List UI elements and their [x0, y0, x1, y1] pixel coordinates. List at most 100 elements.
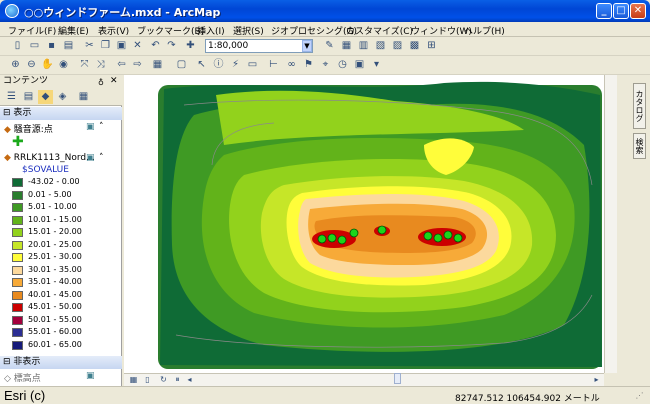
window-title: ○○ウィンドファーム.mxd - ArcMap: [24, 6, 221, 19]
scroll-thumb[interactable]: [394, 373, 401, 384]
clear-selection-icon[interactable]: ▢: [174, 58, 189, 72]
legend-swatch[interactable]: [12, 303, 23, 312]
legend-field-name: $SOVALUE: [22, 165, 69, 175]
resize-grip-icon[interactable]: ⋰: [632, 389, 647, 403]
zoom-in-icon[interactable]: ⊕: [8, 58, 23, 72]
legend-swatch[interactable]: [12, 190, 23, 200]
legend-swatch[interactable]: [12, 265, 23, 275]
save-icon[interactable]: ▪: [44, 39, 59, 53]
raster-collapse-icon[interactable]: ˄: [99, 153, 104, 163]
toc-window-icon[interactable]: ▦: [339, 39, 354, 53]
layout-view-icon[interactable]: ▯: [140, 373, 155, 387]
html-popup-icon[interactable]: ▭: [245, 58, 260, 72]
search-tab[interactable]: 検索: [633, 133, 646, 159]
scroll-right-icon[interactable]: ▸: [589, 373, 604, 387]
legend-swatch[interactable]: [12, 315, 23, 325]
new-document-icon[interactable]: ▯: [10, 39, 25, 53]
legend-swatch[interactable]: [12, 328, 23, 337]
hyperlink-icon[interactable]: ⚡: [228, 58, 243, 72]
data-view-icon[interactable]: ▦: [126, 373, 141, 387]
vertical-scrollbar[interactable]: [604, 75, 617, 373]
menu-view[interactable]: 表示(V): [98, 24, 129, 37]
measure-icon[interactable]: ⊢: [266, 58, 281, 72]
find-route-icon[interactable]: ⚑: [301, 58, 316, 72]
open-folder-icon[interactable]: ▭: [27, 39, 42, 53]
layer-elevation[interactable]: ◇ 標高点: [4, 371, 41, 384]
collapse-chevron-icon[interactable]: ˄: [99, 122, 104, 132]
time-slider-icon[interactable]: ◷: [335, 58, 350, 72]
cut-icon[interactable]: ✂: [82, 39, 97, 53]
close-button[interactable]: ✕: [630, 3, 646, 19]
redo-icon[interactable]: ↷: [164, 39, 179, 53]
undo-icon[interactable]: ↶: [148, 39, 163, 53]
paste-icon[interactable]: ▣: [114, 39, 129, 53]
legend-swatch[interactable]: [12, 253, 23, 262]
collapse-icon[interactable]: ⊟: [3, 108, 13, 118]
section-visible[interactable]: ⊟ 表示: [0, 107, 122, 120]
raster-options-icon[interactable]: ▣: [86, 153, 95, 163]
editor-toolbar-icon[interactable]: ✎: [322, 39, 337, 53]
overflow-chevron-icon[interactable]: ▾: [369, 58, 384, 72]
menu-bookmarks[interactable]: ブックマーク(B): [137, 24, 204, 37]
menu-geoprocessing[interactable]: ジオプロセシング(G): [271, 24, 357, 37]
fixed-zoom-in-icon[interactable]: ⤧: [77, 58, 92, 72]
identify-icon[interactable]: ⓘ: [211, 58, 226, 72]
fixed-zoom-out-icon[interactable]: ⤨: [93, 58, 108, 72]
add-data-icon[interactable]: ✚: [183, 39, 198, 53]
refresh-icon[interactable]: ↻: [156, 373, 171, 387]
menu-insert[interactable]: 挿入(I): [197, 24, 225, 37]
go-to-xy-icon[interactable]: ⌖: [318, 58, 333, 72]
select-elements-arrow-icon[interactable]: ↖: [194, 58, 209, 72]
list-by-source-icon[interactable]: ▤: [21, 90, 36, 104]
horizontal-scrollbar[interactable]: ▦ ▯ ↻ ⏸ ◂ ▸: [124, 373, 604, 386]
legend-swatch[interactable]: [12, 215, 23, 225]
legend-swatch[interactable]: [12, 203, 23, 212]
map-scale-input[interactable]: 1:80,000: [205, 39, 313, 53]
delete-icon[interactable]: ✕: [130, 39, 145, 53]
list-by-selection-icon[interactable]: ◈: [55, 90, 70, 104]
menu-edit[interactable]: 編集(E): [58, 24, 89, 37]
model-builder-icon[interactable]: ⊞: [424, 39, 439, 53]
scroll-left-icon[interactable]: ◂: [182, 373, 197, 387]
legend-swatch[interactable]: [12, 290, 23, 300]
full-extent-icon[interactable]: ◉: [56, 58, 71, 72]
section-hidden[interactable]: ⊟ 非表示: [0, 356, 122, 369]
layer-raster[interactable]: ◆ RRLK1113_Nord...: [4, 153, 95, 163]
list-by-drawing-order-icon[interactable]: ☰: [4, 90, 19, 104]
maximize-button[interactable]: □: [613, 3, 629, 19]
forward-arrow-icon[interactable]: ⇨: [130, 58, 145, 72]
search-window-icon[interactable]: ▧: [373, 39, 388, 53]
menu-selection[interactable]: 選択(S): [233, 24, 264, 37]
map-view[interactable]: [124, 75, 604, 373]
elevation-options-icon[interactable]: ▣: [86, 371, 95, 381]
menu-file[interactable]: ファイル(F): [8, 24, 56, 37]
pan-hand-icon[interactable]: ✋: [40, 58, 55, 72]
zoom-out-icon[interactable]: ⊖: [24, 58, 39, 72]
menu-customize[interactable]: カスタマイズ(C): [346, 24, 413, 37]
chevron-down-icon[interactable]: ▼: [302, 40, 312, 52]
python-window-icon[interactable]: ▩: [407, 39, 422, 53]
minimize-button[interactable]: _: [596, 3, 612, 19]
find-binoculars-icon[interactable]: ∞: [284, 58, 299, 72]
select-features-icon[interactable]: ▦: [150, 58, 165, 72]
legend-swatch[interactable]: [12, 240, 23, 250]
legend-swatch[interactable]: [12, 340, 23, 350]
create-viewer-icon[interactable]: ▣: [352, 58, 367, 72]
toc-options-icon[interactable]: ▦: [76, 90, 91, 104]
toc-close-icon[interactable]: ✕: [110, 75, 118, 88]
layer-options-icon[interactable]: ▣: [86, 122, 95, 132]
legend-swatch[interactable]: [12, 228, 23, 237]
print-icon[interactable]: ▤: [61, 39, 76, 53]
back-arrow-icon[interactable]: ⇦: [114, 58, 129, 72]
catalog-window-icon[interactable]: ▥: [356, 39, 371, 53]
list-by-visibility-icon[interactable]: ◆: [38, 90, 53, 104]
collapse-hidden-icon[interactable]: ⊟: [3, 357, 13, 367]
legend-label: 40.01 - 45.00: [28, 289, 82, 299]
copy-icon[interactable]: ❐: [98, 39, 113, 53]
legend-swatch[interactable]: [12, 178, 23, 187]
menu-windows[interactable]: ウィンドウ(W): [411, 24, 472, 37]
menu-help[interactable]: ヘルプ(H): [464, 24, 505, 37]
catalog-tab[interactable]: カタログ: [633, 83, 646, 129]
legend-swatch[interactable]: [12, 278, 23, 287]
arctoolbox-icon[interactable]: ▨: [390, 39, 405, 53]
